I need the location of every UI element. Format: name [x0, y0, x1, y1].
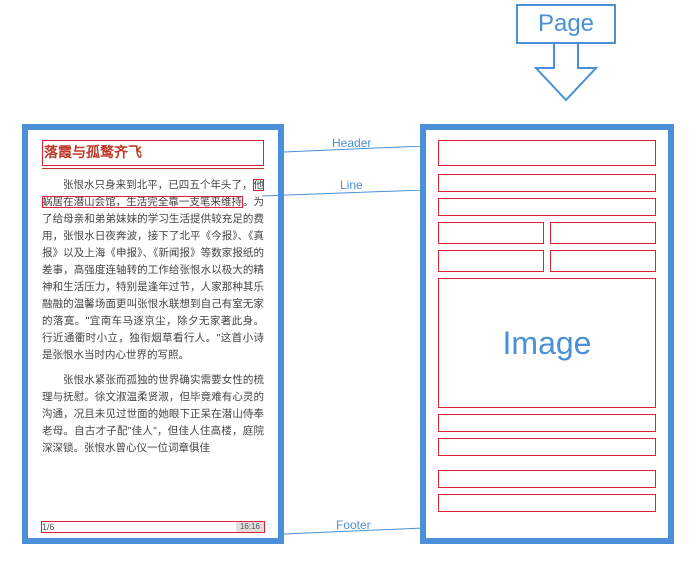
region-line-half	[438, 222, 544, 244]
page-number: 1/6	[42, 522, 55, 532]
region-line-half	[550, 250, 656, 272]
label-line: Line	[340, 178, 363, 192]
paragraph: 张恨水只身来到北平，已四五个年头了，他蜗居在潜山会馆，生活完全靠一支笔来维持。为…	[42, 177, 264, 364]
region-header	[438, 140, 656, 166]
schematic-page: Image	[420, 124, 674, 544]
page-title: 落霞与孤鹜齐飞	[42, 140, 264, 166]
region-line-half	[550, 222, 656, 244]
callout-arrow	[516, 44, 616, 102]
page-footer: 1/6 16:16	[42, 522, 264, 532]
region-line-pair	[438, 222, 656, 244]
region-line-pair	[438, 250, 656, 272]
label-footer: Footer	[336, 518, 371, 532]
page-time: 16:16	[236, 522, 264, 532]
paragraph: 张恨水紧张而孤独的世界确实需要女性的梳理与抚慰。徐文淑温柔贤淑，但毕竟难有心灵的…	[42, 372, 264, 457]
highlighted-line: 他蜗居在潜山会馆，生活完全靠一支笔来维持	[42, 179, 264, 208]
rendered-page: 落霞与孤鹜齐飞 张恨水只身来到北平，已四五个年头了，他蜗居在潜山会馆，生活完全靠…	[22, 124, 284, 544]
label-header: Header	[332, 136, 371, 150]
region-line	[438, 438, 656, 456]
region-footer	[438, 494, 656, 512]
region-line	[438, 414, 656, 432]
page-callout-label: Page	[516, 4, 616, 44]
page-callout: Page	[516, 4, 616, 107]
region-line	[438, 174, 656, 192]
page-body: 张恨水只身来到北平，已四五个年头了，他蜗居在潜山会馆，生活完全靠一支笔来维持。为…	[42, 177, 264, 457]
region-image: Image	[438, 278, 656, 408]
region-line	[438, 470, 656, 488]
region-line	[438, 198, 656, 216]
region-image-label: Image	[503, 325, 592, 362]
title-divider	[42, 168, 264, 169]
region-line-half	[438, 250, 544, 272]
